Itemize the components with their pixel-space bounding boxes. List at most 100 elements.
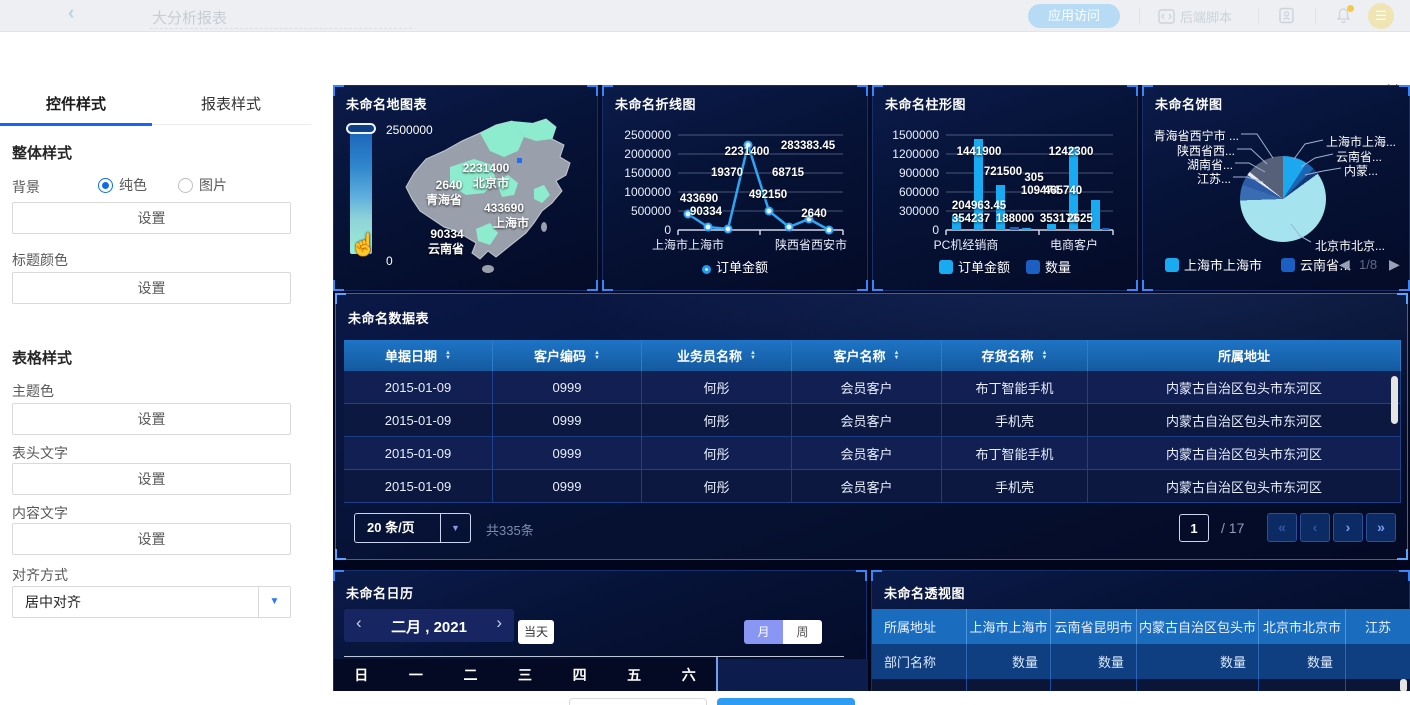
title-color-set-button[interactable]: 设置 bbox=[12, 272, 291, 304]
sort-carets-icon: ▲▼ bbox=[1042, 351, 1048, 361]
sort-carets-icon: ▲▼ bbox=[894, 351, 900, 361]
legend-swatch-icon bbox=[1165, 258, 1179, 272]
pivot-header-cell bbox=[1346, 644, 1410, 679]
calendar-nav: ‹ 二月 , 2021 › bbox=[344, 609, 514, 642]
dashboard-preview: 未命名地图表 2500000 0 ☝ 2231400 北京市 2640 青海省 bbox=[333, 85, 1410, 691]
table-style-heading: 表格样式 bbox=[12, 347, 72, 368]
cell: 内蒙古自治区包头市东河区 bbox=[1088, 371, 1401, 404]
theme-color-set-button[interactable]: 设置 bbox=[12, 403, 291, 435]
pivot-header-cell: 部门名称 bbox=[872, 644, 967, 679]
title-color-label: 标题颜色 bbox=[12, 250, 68, 270]
tab-control-style[interactable]: 控件样式 bbox=[0, 85, 152, 125]
data-label: 188000 bbox=[996, 213, 1034, 225]
radio-solid-label: 纯色 bbox=[119, 177, 147, 193]
bar-legend[interactable]: 订单金额 数量 bbox=[873, 257, 1137, 276]
app-access-button[interactable]: 应用访问 bbox=[1028, 4, 1120, 28]
backend-script-button[interactable]: 后端脚本 bbox=[1158, 7, 1232, 26]
first-page-button[interactable]: « bbox=[1267, 513, 1297, 542]
radio-image[interactable]: 图片 bbox=[178, 175, 227, 195]
pie-callout: 江苏... bbox=[1151, 170, 1231, 187]
content-text-set-button[interactable]: 设置 bbox=[12, 523, 291, 555]
pivot-header-cell: 江苏 bbox=[1346, 609, 1410, 644]
cell: 2015-01-09 bbox=[344, 437, 493, 470]
data-label: 305 bbox=[1024, 172, 1043, 184]
column-header-sortable[interactable]: 客户名称 ▲▼ bbox=[792, 340, 942, 371]
column-header[interactable]: 所属地址 bbox=[1088, 340, 1401, 371]
calendar-panel[interactable]: 未命名日历 ‹ 二月 , 2021 › 当天 月 周 日 一 二 三 四 五 六 bbox=[333, 570, 867, 691]
pie-pager-next-icon[interactable]: ▶ bbox=[1389, 256, 1400, 273]
week-mode-button[interactable]: 周 bbox=[783, 620, 822, 644]
pie-pager-prev-icon[interactable]: ◀ bbox=[1339, 256, 1350, 273]
weekday-label: 六 bbox=[661, 659, 716, 692]
pivot-panel[interactable]: 未命名透视图 所属地址 上海市上海市 云南省昆明市 内蒙古自治区包头市 北京市北… bbox=[871, 570, 1410, 691]
map-region-value: 2640 bbox=[436, 178, 463, 192]
data-label: 465740 bbox=[1044, 185, 1082, 197]
header-text-set-button[interactable]: 设置 bbox=[12, 463, 291, 495]
month-mode-button[interactable]: 月 bbox=[744, 620, 783, 644]
weekday-row: 日 一 二 三 四 五 六 bbox=[334, 659, 716, 692]
today-button[interactable]: 当天 bbox=[518, 620, 554, 644]
page-size-select[interactable]: 20 条/页 ▼ bbox=[354, 513, 471, 543]
vertical-scrollbar[interactable] bbox=[1391, 376, 1398, 424]
column-header-sortable[interactable]: 单据日期▲▼ bbox=[344, 340, 493, 371]
sidebar-tabs: 控件样式 报表样式 bbox=[0, 85, 311, 125]
column-header-sortable[interactable]: 客户编码▲▼ bbox=[493, 340, 642, 371]
data-table-panel[interactable]: 未命名数据表 单据日期▲▼ 客户编码▲▼ 业务员名称▲▼ 客户名称▲▼ 存货名称… bbox=[335, 293, 1408, 560]
map-chart-panel[interactable]: 未命名地图表 2500000 0 ☝ 2231400 北京市 2640 青海省 bbox=[333, 85, 598, 291]
last-page-button[interactable]: » bbox=[1366, 513, 1396, 542]
data-label: 354237 bbox=[952, 213, 990, 225]
column-label: 客户名称 bbox=[834, 346, 886, 365]
map-range-slider-handle[interactable] bbox=[346, 123, 376, 134]
cell: 2015-01-09 bbox=[344, 404, 493, 437]
data-label: 2625 bbox=[1067, 213, 1093, 225]
calendar-title: 未命名日历 bbox=[346, 583, 414, 602]
pie-chart-panel[interactable]: 未命名饼图 青海省西宁市 ... 陕西省西... 湖南省... 江苏... 上海… bbox=[1142, 85, 1410, 291]
data-label: 492150 bbox=[749, 189, 787, 201]
page-size-value: 20 条/页 bbox=[367, 520, 415, 535]
column-header-sortable[interactable]: 存货名称▲▼ bbox=[942, 340, 1088, 371]
china-map[interactable]: 2231400 北京市 2640 青海省 433690 上海市 90334 云南… bbox=[384, 111, 594, 281]
next-page-button[interactable]: › bbox=[1333, 513, 1363, 542]
data-table-title: 未命名数据表 bbox=[348, 308, 429, 327]
contacts-button[interactable] bbox=[1278, 7, 1295, 24]
tab-report-style[interactable]: 报表样式 bbox=[155, 85, 307, 125]
map-region-value: 433690 bbox=[484, 201, 524, 215]
back-button[interactable]: ‹ bbox=[68, 3, 74, 25]
page-number-input[interactable] bbox=[1179, 514, 1209, 542]
map-region-name: 云南省 bbox=[428, 240, 464, 257]
align-select[interactable]: 居中对齐 ▼ bbox=[12, 586, 291, 618]
pivot-header-cell: 数量 bbox=[1137, 644, 1259, 679]
page-total: / 17 bbox=[1221, 520, 1244, 536]
weekday-label: 五 bbox=[607, 659, 662, 692]
cell: 内蒙古自治区包头市东河区 bbox=[1088, 437, 1401, 470]
avatar[interactable]: ☰ bbox=[1368, 3, 1394, 29]
x-axis-label: 上海市上海市 bbox=[633, 236, 743, 253]
data-label: 721500 bbox=[984, 166, 1022, 178]
cancel-button[interactable] bbox=[569, 698, 707, 705]
background-set-button[interactable]: 设置 bbox=[12, 202, 291, 234]
data-label: 90334 bbox=[690, 206, 722, 218]
line-chart-panel[interactable]: 未命名折线图 2500000 2000000 1500000 1000000 5… bbox=[602, 85, 868, 291]
background-label: 背景 bbox=[12, 177, 40, 197]
bar-chart-panel[interactable]: 未命名柱形图 1500000 1200000 900000 600000 300… bbox=[872, 85, 1138, 291]
radio-solid-color[interactable]: 纯色 bbox=[98, 175, 147, 195]
column-header-sortable[interactable]: 业务员名称▲▼ bbox=[642, 340, 792, 371]
pivot-header-cell: 数量 bbox=[1051, 644, 1137, 679]
pivot-header-row2: 部门名称 数量 数量 数量 数量 bbox=[872, 644, 1410, 679]
pivot-header-cell: 数量 bbox=[967, 644, 1051, 679]
column-label: 客户编码 bbox=[534, 346, 586, 365]
pie-legend-item[interactable]: 上海市上海市 bbox=[1165, 255, 1262, 274]
header-text-label: 表头文字 bbox=[12, 443, 68, 463]
radio-on-icon bbox=[98, 178, 113, 193]
confirm-button[interactable] bbox=[717, 698, 855, 705]
next-month-icon[interactable]: › bbox=[496, 613, 502, 633]
radio-off-icon bbox=[178, 178, 193, 193]
hand-cursor-icon: ☝ bbox=[350, 232, 377, 258]
cell: 手机壳 bbox=[942, 404, 1088, 437]
line-legend[interactable]: 订单金额 bbox=[603, 257, 867, 276]
prev-page-button[interactable]: ‹ bbox=[1300, 513, 1330, 542]
notifications-button[interactable] bbox=[1335, 7, 1352, 27]
pivot-header-cell: 云南省昆明市 bbox=[1051, 609, 1137, 644]
report-title: 大分析报表 bbox=[152, 7, 227, 28]
legend-dot-icon bbox=[702, 265, 711, 274]
